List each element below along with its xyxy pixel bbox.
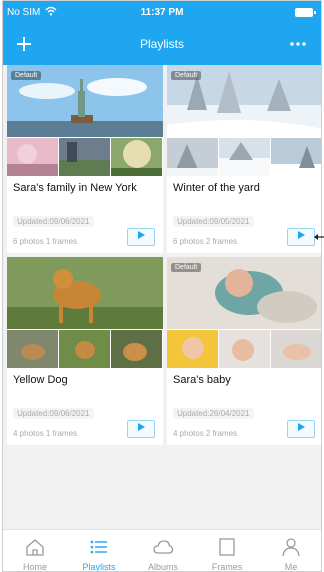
play-icon xyxy=(298,423,305,431)
thumbnail-strip xyxy=(7,138,163,176)
playlist-card[interactable]: Default Sara's baby Updated:26/04/2021 4… xyxy=(167,257,321,445)
thumbnail-image xyxy=(7,330,58,368)
play-icon xyxy=(138,423,145,431)
battery-icon xyxy=(295,8,316,17)
cloud-icon xyxy=(153,540,174,554)
more-options-button[interactable] xyxy=(285,31,311,57)
playlist-meta: 6 photos 2 frames xyxy=(173,237,238,246)
tab-label: Playlists xyxy=(82,562,116,572)
playlist-title: Sara's family in New York xyxy=(13,182,137,194)
cover-image xyxy=(7,257,163,329)
tab-albums[interactable]: Albums xyxy=(131,530,195,572)
thumbnail-strip xyxy=(7,330,163,368)
play-button[interactable] xyxy=(287,420,315,438)
thumbnail-image xyxy=(271,330,321,368)
thumbnail-image xyxy=(7,138,58,176)
nav-header: Playlists xyxy=(3,25,321,65)
person-icon xyxy=(282,538,300,557)
tab-label: Me xyxy=(284,562,298,572)
playlist-card[interactable]: Yellow Dog Updated:09/06/2021 4 photos 1… xyxy=(7,257,163,445)
thumbnail-image xyxy=(167,330,218,368)
list-icon xyxy=(90,540,107,554)
tab-label: Home xyxy=(22,562,47,572)
thumbnail-strip xyxy=(167,138,321,176)
playlist-title: Yellow Dog xyxy=(13,374,68,386)
default-badge: Default xyxy=(171,71,202,80)
thumbnail-image xyxy=(271,138,321,176)
tab-frames[interactable]: Frames xyxy=(195,530,259,572)
playlist-title: Winter of the yard xyxy=(173,182,260,194)
pointer-arrow-icon xyxy=(314,234,324,240)
thumbnail-strip xyxy=(167,330,321,368)
thumbnail-image xyxy=(59,138,110,176)
thumbnail-image xyxy=(219,330,270,368)
thumbnail-image xyxy=(111,330,162,368)
playlist-meta: 4 photos 1 frames xyxy=(13,429,78,438)
status-time: 11:37 PM xyxy=(140,7,184,18)
thumbnail-image xyxy=(167,138,218,176)
updated-date: Updated:09/06/2021 xyxy=(13,216,94,227)
play-icon xyxy=(138,231,145,239)
playlist-meta: 6 photos 1 frames xyxy=(13,237,78,246)
tab-home[interactable]: Home xyxy=(3,530,67,572)
play-icon xyxy=(298,231,305,239)
thumbnail-image xyxy=(111,138,162,176)
frame-icon xyxy=(219,538,235,556)
bottom-tab-bar: Home Playlists Albums Frames Me xyxy=(3,529,321,572)
play-button[interactable] xyxy=(287,228,315,246)
tab-label: Albums xyxy=(147,562,178,572)
playlist-card[interactable]: Default Sara's family in New York Update… xyxy=(7,65,163,253)
play-button[interactable] xyxy=(127,228,155,246)
playlist-title: Sara's baby xyxy=(173,374,231,386)
updated-date: Updated:09/05/2021 xyxy=(173,216,254,227)
playlist-grid: Default Sara's family in New York Update… xyxy=(3,65,321,529)
home-icon xyxy=(26,539,44,556)
tab-label: Frames xyxy=(211,562,243,572)
playlist-card[interactable]: Default Winter of the yard Updated:09/05… xyxy=(167,65,321,253)
updated-date: Updated:26/04/2021 xyxy=(173,408,254,419)
play-button[interactable] xyxy=(127,420,155,438)
status-bar: No SIM 11:37 PM xyxy=(3,1,321,25)
page-title: Playlists xyxy=(139,37,184,51)
app-screen: No SIM 11:37 PM Playlists Default Sara's… xyxy=(2,0,322,572)
thumbnail-image xyxy=(59,330,110,368)
tab-playlists[interactable]: Playlists xyxy=(67,530,131,572)
tab-me[interactable]: Me xyxy=(259,530,321,572)
thumbnail-image xyxy=(219,138,270,176)
playlist-meta: 4 photos 2 frames xyxy=(173,429,238,438)
more-icon xyxy=(290,42,306,46)
default-badge: Default xyxy=(11,71,42,80)
updated-date: Updated:09/06/2021 xyxy=(13,408,94,419)
default-badge: Default xyxy=(171,263,202,272)
